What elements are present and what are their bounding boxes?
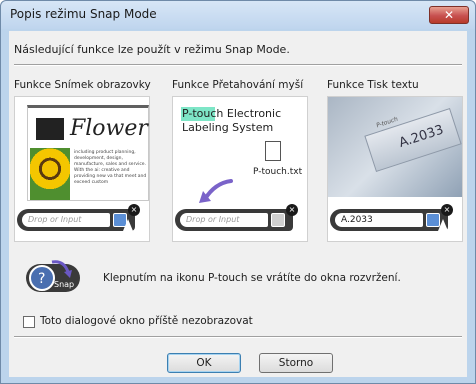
drop-input-field: Drop or Input (22, 213, 110, 227)
mouse-cursor-icon (123, 219, 133, 231)
label-tape-photo: A.2033 P-touch (328, 97, 462, 197)
sample-text-line-1: P-touch Electronic (182, 107, 282, 120)
close-icon: ✕ (443, 8, 455, 22)
feature-title-drag: Funkce Přetahování myší (172, 79, 304, 91)
snap-mode-icon: ? Snap (26, 260, 80, 292)
close-button[interactable]: ✕ (429, 6, 469, 24)
snap-drop-bar: Drop or Input × (17, 204, 140, 231)
ok-button[interactable]: OK (167, 353, 241, 373)
snap-drop-bar: Drop or Input × (175, 204, 298, 231)
insert-icon (271, 213, 285, 227)
close-icon: × (286, 204, 298, 216)
close-icon: × (128, 204, 140, 216)
document-heading: Flower (70, 116, 148, 141)
logo-icon (36, 118, 64, 140)
file-icon (265, 141, 281, 161)
sample-text-line-2: Labeling System (182, 121, 274, 134)
snap-icon-label: Snap (54, 280, 74, 289)
sunflower-image (30, 148, 70, 200)
separator (14, 64, 462, 66)
dialog-body: Následující funkce lze použít v režimu S… (9, 31, 467, 377)
dont-show-again-checkbox[interactable] (23, 316, 35, 328)
snap-drop-bar: A.2033 × (330, 204, 453, 231)
svg-text:?: ? (38, 271, 45, 287)
printed-label: A.2033 (364, 108, 462, 172)
dont-show-again-label[interactable]: Toto dialogové okno příště nezobrazovat (40, 315, 253, 327)
dialog-window: Popis režimu Snap Mode ✕ Následující fun… (0, 0, 476, 384)
drop-input-field: Drop or Input (180, 213, 268, 227)
drop-input-field: A.2033 (335, 213, 423, 227)
screenshot-feature-image: Flower including product planning, devel… (14, 96, 150, 242)
document-text: including product planning, development,… (74, 150, 147, 185)
drag-feature-image: P-touch Electronic Labeling System P-tou… (172, 96, 308, 242)
window-title: Popis režimu Snap Mode (10, 7, 157, 21)
print-feature-image: A.2033 P-touch A.2033 × (327, 96, 463, 242)
snap-icon-description: Klepnutím na ikonu P-touch se vrátíte do… (103, 272, 401, 284)
separator (14, 336, 462, 338)
file-name: P-touch.txt (253, 167, 303, 177)
title-bar[interactable]: Popis režimu Snap Mode ✕ (1, 1, 475, 29)
intro-text: Následující funkce lze použít v režimu S… (14, 43, 290, 56)
close-icon: × (441, 204, 453, 216)
mouse-cursor-icon (438, 219, 448, 231)
feature-title-screenshot: Funkce Snímek obrazovky (14, 79, 151, 91)
document-preview: Flower including product planning, devel… (27, 105, 149, 201)
drag-arrow-icon (199, 179, 233, 203)
feature-title-print: Funkce Tisk textu (327, 79, 419, 91)
cancel-button[interactable]: Storno (259, 353, 333, 373)
